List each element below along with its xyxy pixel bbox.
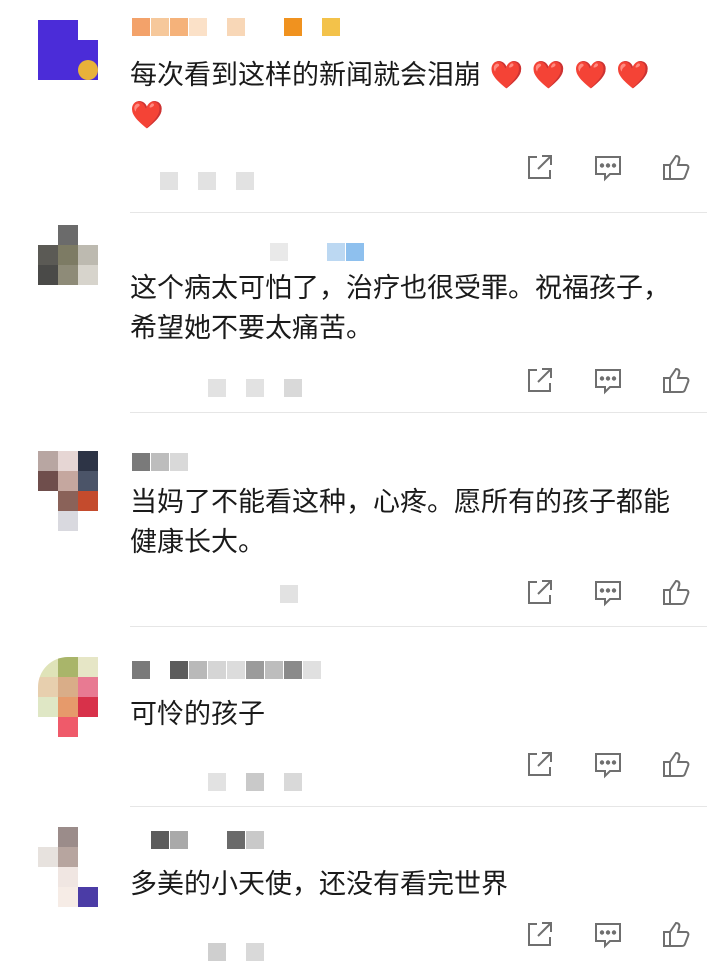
comment-icon[interactable] (591, 747, 625, 781)
username-blurred[interactable] (132, 18, 341, 36)
comment-actions (507, 747, 697, 781)
comment-icon[interactable] (591, 150, 625, 184)
thumbs-up-icon[interactable] (659, 747, 693, 781)
comment-item: 这个病太可怕了，治疗也很受罪。祝福孩子，希望她不要太痛苦。 (0, 213, 707, 413)
comment-actions (507, 917, 697, 951)
avatar[interactable] (38, 20, 98, 80)
comment-meta-blurred (280, 585, 318, 603)
avatar[interactable] (38, 657, 104, 737)
share-icon[interactable] (523, 363, 557, 397)
comment-text: 每次看到这样的新闻就会泪崩 ❤️ ❤️ ❤️ ❤️ ❤️ (130, 56, 683, 136)
comment-text-content: 每次看到这样的新闻就会泪崩 ❤️ ❤️ ❤️ ❤️ ❤️ (130, 60, 650, 131)
share-icon[interactable] (523, 917, 557, 951)
comment-text: 多美的小天使，还没有看完世界 (130, 865, 683, 905)
comment-item: 多美的小天使，还没有看完世界 (0, 807, 707, 972)
thumbs-up-icon[interactable] (659, 150, 693, 184)
comment-item: 每次看到这样的新闻就会泪崩 ❤️ ❤️ ❤️ ❤️ ❤️ (0, 0, 707, 210)
avatar[interactable] (38, 827, 98, 907)
comment-icon[interactable] (591, 363, 625, 397)
comment-text: 当妈了不能看这种，心疼。愿所有的孩子都能健康长大。 (130, 483, 683, 563)
comment-actions (507, 363, 697, 397)
share-icon[interactable] (523, 575, 557, 609)
comment-meta-blurred (208, 773, 322, 791)
comment-icon[interactable] (591, 917, 625, 951)
comment-actions (507, 150, 697, 184)
comment-icon[interactable] (591, 575, 625, 609)
comment-text: 这个病太可怕了，治疗也很受罪。祝福孩子，希望她不要太痛苦。 (130, 269, 683, 349)
comment-item: 可怜的孩子 (0, 627, 707, 807)
comment-text-content: 可怜的孩子 (130, 699, 265, 730)
comment-text: 可怜的孩子 (130, 695, 683, 735)
username-blurred[interactable] (132, 831, 265, 849)
comment-item: 当妈了不能看这种，心疼。愿所有的孩子都能健康长大。 (0, 413, 707, 625)
username-blurred[interactable] (270, 243, 365, 261)
username-blurred[interactable] (132, 661, 322, 679)
thumbs-up-icon[interactable] (659, 363, 693, 397)
avatar[interactable] (38, 451, 102, 531)
comment-meta-blurred (160, 172, 274, 190)
comment-meta-blurred (208, 379, 322, 397)
comment-actions (507, 575, 697, 609)
share-icon[interactable] (523, 150, 557, 184)
comment-text-content: 多美的小天使，还没有看完世界 (130, 869, 508, 900)
share-icon[interactable] (523, 747, 557, 781)
thumbs-up-icon[interactable] (659, 575, 693, 609)
username-blurred[interactable] (132, 453, 189, 471)
comment-text-content: 这个病太可怕了，治疗也很受罪。祝福孩子，希望她不要太痛苦。 (130, 273, 670, 344)
comment-text-content: 当妈了不能看这种，心疼。愿所有的孩子都能健康长大。 (130, 487, 670, 558)
avatar[interactable] (38, 225, 98, 285)
thumbs-up-icon[interactable] (659, 917, 693, 951)
comment-meta-blurred (208, 943, 284, 961)
